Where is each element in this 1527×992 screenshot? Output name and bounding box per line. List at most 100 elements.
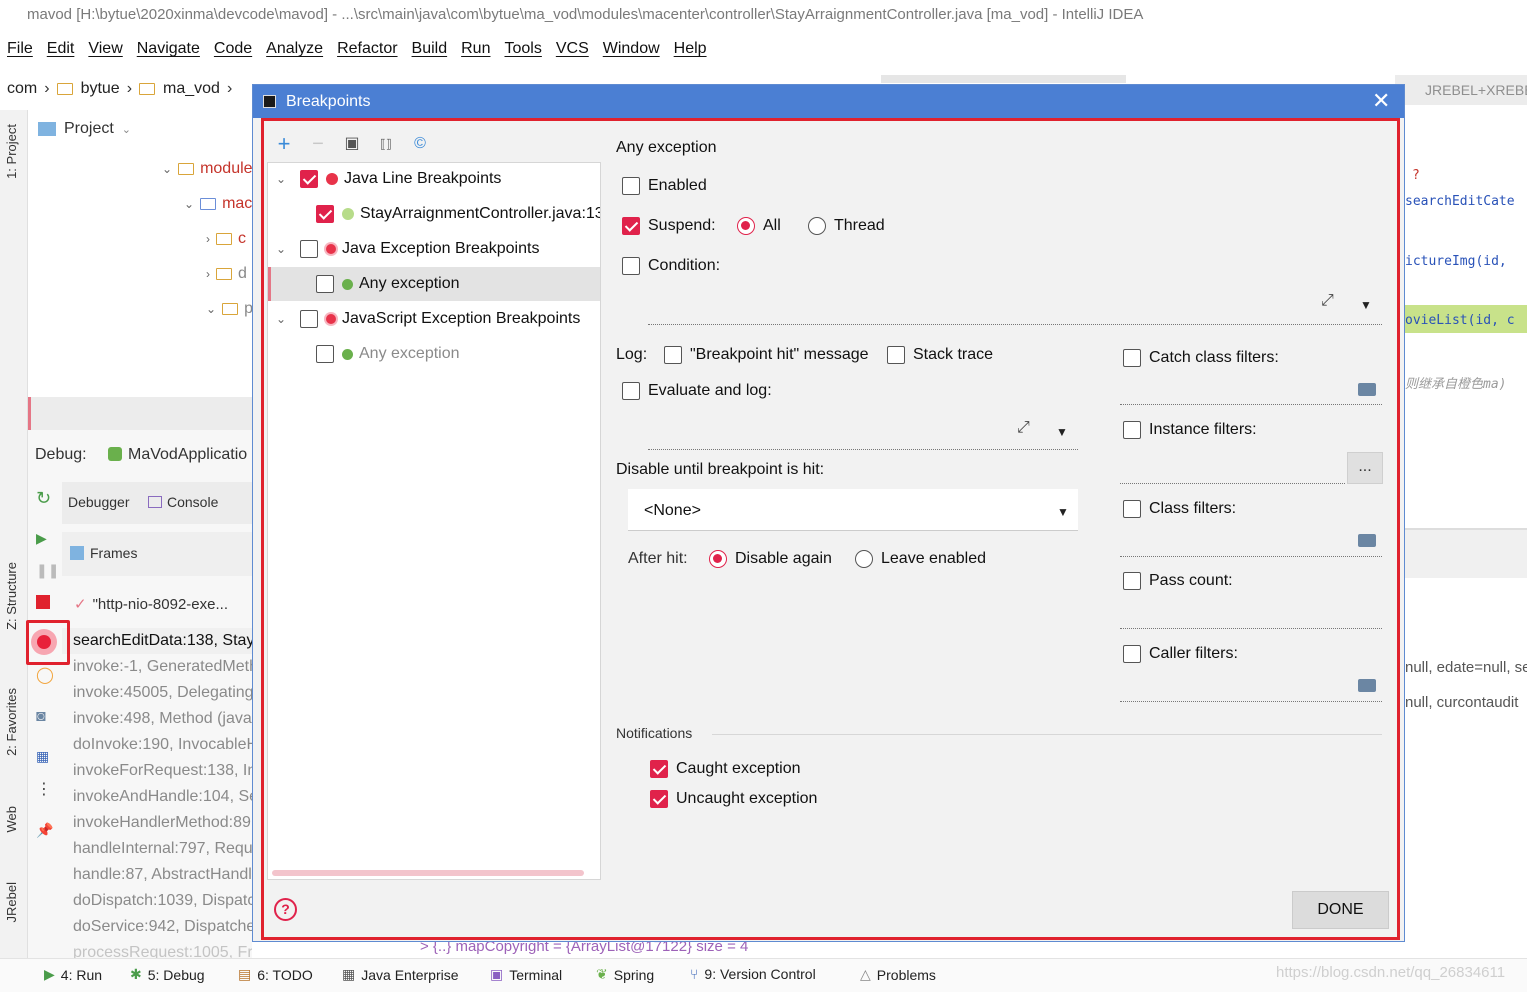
tool-run-tab[interactable]: ▶ 4: Run <box>44 966 102 983</box>
breadcrumb-item[interactable]: com › <box>7 80 50 98</box>
caller-filters-checkbox[interactable] <box>1123 645 1141 663</box>
condition-input[interactable] <box>648 324 1382 325</box>
menu-code[interactable]: Code <box>207 34 259 64</box>
tool-todo-tab[interactable]: ▤ 6: TODO <box>238 966 313 983</box>
folder-open-icon[interactable] <box>1358 679 1376 692</box>
menu-help[interactable]: Help <box>667 34 714 64</box>
tool-spring-tab[interactable]: ❦ Spring <box>596 966 654 983</box>
frame-row[interactable]: invokeAndHandle:104, Se <box>62 784 252 810</box>
catch-filters-option[interactable]: Catch class filters: <box>1123 349 1279 367</box>
resume-icon[interactable]: ▶ <box>36 530 52 546</box>
remove-icon[interactable]: − <box>310 134 326 154</box>
condition-option[interactable]: Condition: <box>622 257 720 275</box>
pause-icon[interactable]: ❚❚ <box>36 562 59 578</box>
chevron-down-icon[interactable]: ▼ <box>1057 505 1069 519</box>
tab-debugger[interactable]: Debugger <box>68 494 130 510</box>
tree-item[interactable]: ⌄ p <box>206 300 253 318</box>
tool-jrebel-tab[interactable]: JRebel <box>4 882 19 922</box>
frame-row[interactable]: handle:87, AbstractHandl <box>62 862 252 888</box>
tree-item-line-breakpoint[interactable]: StayArraignmentController.java:138 <box>316 197 600 231</box>
frame-row[interactable]: invokeHandlerMethod:89 <box>62 810 252 836</box>
tab-console[interactable]: Console <box>148 494 218 510</box>
breadcrumb-item[interactable]: ma_vod › <box>139 80 232 98</box>
tool-terminal-tab[interactable]: ▣ Terminal <box>490 966 562 983</box>
pass-count-option[interactable]: Pass count: <box>1123 572 1233 590</box>
pass-count-checkbox[interactable] <box>1123 572 1141 590</box>
project-panel-header[interactable]: Project ⌄ <box>38 120 131 138</box>
thread-selector[interactable]: ✓ "http-nio-8092-exe... <box>62 587 252 621</box>
group-by-package-icon[interactable]: ▣ <box>344 136 360 152</box>
instance-filters-input[interactable] <box>1120 483 1345 484</box>
more-icon[interactable]: ⋮ <box>36 782 52 798</box>
suspend-all-option[interactable]: All <box>737 217 781 235</box>
mute-breakpoints-icon[interactable]: ◯ <box>36 668 54 684</box>
checkbox-js-exception-breakpoints[interactable] <box>300 310 318 328</box>
frame-row[interactable]: doDispatch:1039, Dispatc <box>62 888 252 914</box>
evaluate-option[interactable]: Evaluate and log: <box>622 382 772 400</box>
checkbox-java-line-breakpoints[interactable] <box>300 170 318 188</box>
folder-open-icon[interactable] <box>1358 383 1376 396</box>
stop-icon[interactable] <box>36 595 50 609</box>
chevron-down-icon[interactable]: ▼ <box>1056 425 1068 439</box>
camera-icon[interactable]: ◙ <box>36 709 52 725</box>
jrebel-tab[interactable]: JREBEL+XREBE <box>1395 75 1527 105</box>
checkbox-js-any-exception[interactable] <box>316 345 334 363</box>
enabled-checkbox[interactable] <box>622 177 640 195</box>
disable-until-select[interactable]: <None> <box>628 489 1078 531</box>
caught-exception-option[interactable]: Caught exception <box>650 760 801 778</box>
caller-filters-input[interactable] <box>1120 701 1382 702</box>
menu-build[interactable]: Build <box>405 34 455 64</box>
tool-version-control-tab[interactable]: ⑂ 9: Version Control <box>690 966 816 982</box>
checkbox-java-exception-breakpoints[interactable] <box>300 240 318 258</box>
chevron-down-icon[interactable]: ▼ <box>1360 298 1372 312</box>
done-button[interactable]: DONE <box>1292 891 1389 929</box>
class-filters-checkbox[interactable] <box>1123 500 1141 518</box>
pin-icon[interactable]: 📌 <box>36 822 53 838</box>
frame-row[interactable]: invokeForRequest:138, In <box>62 758 252 784</box>
caught-exception-checkbox[interactable] <box>650 760 668 778</box>
menu-analyze[interactable]: Analyze <box>259 34 330 64</box>
instance-filters-option[interactable]: Instance filters: <box>1123 421 1257 439</box>
menu-file[interactable]: File <box>0 34 40 64</box>
tree-group-js-exception[interactable]: ⌄ JavaScript Exception Breakpoints <box>276 302 580 336</box>
tool-java-enterprise-tab[interactable]: ▦ Java Enterprise <box>342 966 459 983</box>
close-icon[interactable]: ✕ <box>1372 90 1390 112</box>
disable-again-radio[interactable] <box>709 550 727 568</box>
log-message-option[interactable]: "Breakpoint hit" message <box>664 346 869 364</box>
instance-filters-checkbox[interactable] <box>1123 421 1141 439</box>
stack-trace-checkbox[interactable] <box>887 346 905 364</box>
help-icon[interactable]: ? <box>274 898 297 921</box>
pass-count-input[interactable] <box>1120 628 1382 629</box>
tool-debug-tab[interactable]: ✱ 5: Debug <box>130 966 205 983</box>
suspend-option[interactable]: Suspend: <box>622 217 716 235</box>
instance-filters-browse-button[interactable]: ... <box>1347 452 1383 484</box>
suspend-all-radio[interactable] <box>737 217 755 235</box>
tool-structure-tab[interactable]: Z: Structure <box>4 562 19 630</box>
menu-run[interactable]: Run <box>454 34 497 64</box>
menu-tools[interactable]: Tools <box>497 34 548 64</box>
class-filters-option[interactable]: Class filters: <box>1123 500 1236 518</box>
class-filters-input[interactable] <box>1120 556 1382 557</box>
menu-edit[interactable]: Edit <box>40 34 82 64</box>
suspend-thread-radio[interactable] <box>808 217 826 235</box>
tree-item-any-exception[interactable]: Any exception <box>316 267 460 301</box>
breadcrumb-item[interactable]: bytue › <box>56 80 132 98</box>
tree-item[interactable]: ⌄ module <box>162 160 253 178</box>
uncaught-exception-checkbox[interactable] <box>650 790 668 808</box>
catch-filters-input[interactable] <box>1120 404 1382 405</box>
menu-vcs[interactable]: VCS <box>549 34 596 64</box>
catch-filters-checkbox[interactable] <box>1123 349 1141 367</box>
evaluate-input[interactable] <box>648 449 1078 450</box>
tool-web-tab[interactable]: Web <box>4 806 19 833</box>
tree-group-java-exception[interactable]: ⌄ Java Exception Breakpoints <box>276 232 539 266</box>
expand-icon[interactable]: ⤢ <box>1017 419 1030 437</box>
expand-icon[interactable]: ⤢ <box>1321 292 1334 310</box>
tree-item-js-any-exception[interactable]: Any exception <box>316 337 460 371</box>
log-message-checkbox[interactable] <box>664 346 682 364</box>
frame-row[interactable]: handleInternal:797, Requ <box>62 836 252 862</box>
tree-item[interactable]: › d <box>206 265 247 283</box>
rerun-icon[interactable]: ↻ <box>36 489 52 507</box>
frame-row[interactable]: invoke:-1, GeneratedMeth <box>62 654 252 680</box>
group-by-file-icon[interactable]: ⟦⟧ <box>378 137 394 151</box>
tree-item[interactable]: › c <box>206 230 246 248</box>
